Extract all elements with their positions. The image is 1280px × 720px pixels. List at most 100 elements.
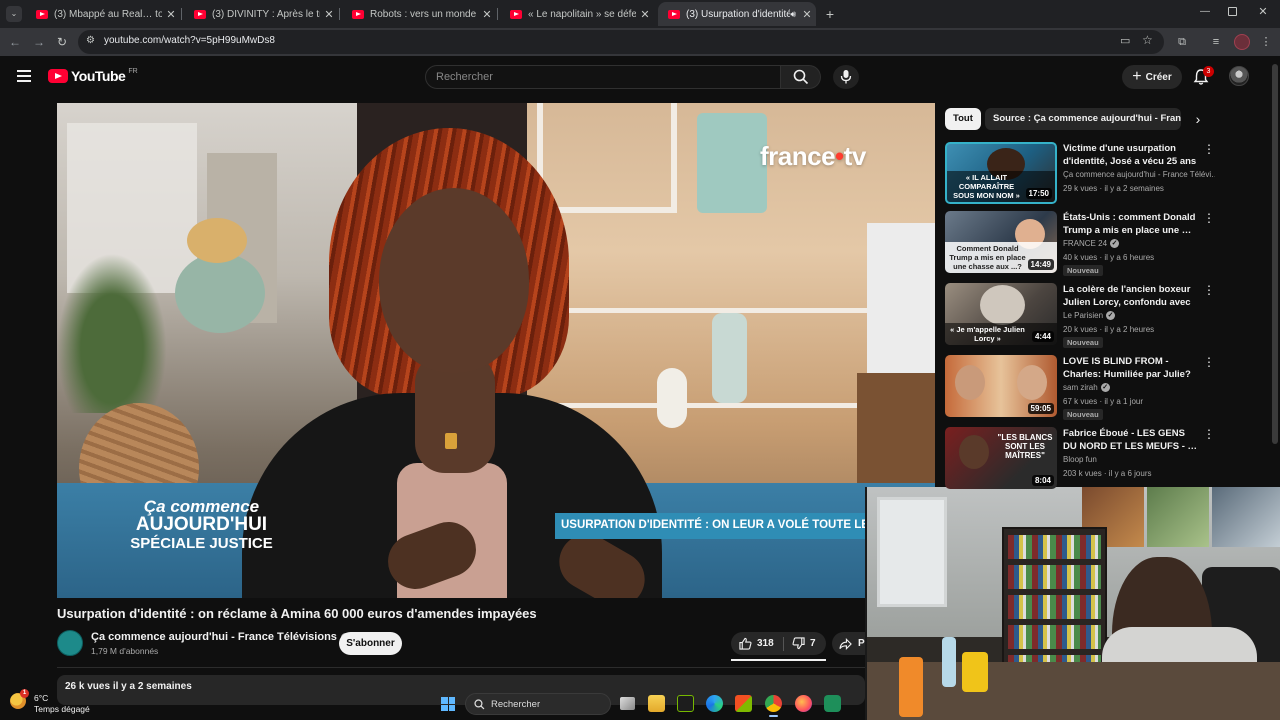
audio-playing-icon[interactable]: 🔊︎ [790, 9, 796, 20]
youtube-favicon-icon [510, 9, 522, 19]
tab-title: (3) Mbappé au Real… touché par… [54, 8, 162, 20]
recommended-video[interactable]: « IL ALLAIT COMPARAÎTRE SOUS MON NOM » 1… [945, 142, 1215, 206]
tab-close-icon[interactable]: ✕ [320, 8, 338, 21]
webcam-poster [1212, 487, 1280, 547]
dislike-count: 7 [810, 638, 816, 649]
verified-check-icon: ✓ [1106, 311, 1116, 320]
weather-temperature: 6°C [34, 693, 49, 703]
microsoft-store-icon[interactable] [735, 695, 752, 712]
maximize-window-icon[interactable] [1228, 7, 1237, 16]
recommended-title[interactable]: Victime d'une usurpation d'identité, Jos… [1063, 142, 1199, 169]
more-options-icon[interactable]: ⋮ [1203, 427, 1215, 441]
chip-all[interactable]: Tout [945, 108, 981, 130]
channel-name-link[interactable]: Ça commence aujourd'hui - France Télévis… [91, 631, 350, 643]
more-options-icon[interactable]: ⋮ [1203, 283, 1215, 297]
chevron-right-icon[interactable]: › [1189, 110, 1207, 128]
search-button[interactable] [781, 65, 821, 89]
youtube-logo[interactable]: YouTube FR [48, 68, 138, 84]
profile-avatar-icon[interactable] [1234, 34, 1250, 50]
more-options-icon[interactable]: ⋮ [1203, 142, 1215, 156]
recommended-title[interactable]: La colère de l'ancien boxeur Julien Lorc… [1063, 283, 1199, 310]
share-button[interactable]: P [832, 632, 865, 655]
nvidia-icon[interactable] [677, 695, 694, 712]
youtube-header: YouTube FR + Créer 3 [0, 56, 1280, 98]
weather-description: Temps dégagé [34, 704, 90, 714]
close-window-icon[interactable]: ✕ [1256, 5, 1270, 19]
browser-tab-strip: ⌄ (3) Mbappé au Real… touché par… ✕ (3) … [0, 0, 1280, 28]
recommended-meta: 40 k vues · il y a 6 heures [1063, 253, 1155, 262]
back-icon[interactable]: ← [6, 33, 24, 51]
recommended-video[interactable]: Comment Donald Trump a mis en place une … [945, 211, 1215, 276]
minimize-window-icon[interactable]: — [1198, 6, 1212, 20]
like-button[interactable]: 318 [731, 637, 783, 650]
browser-tab[interactable]: (3) DIVINITY : Après le trailer, L… ✕ [184, 2, 338, 26]
video-thumbnail[interactable]: « Je m'appelle Julien Lorcy » 4:44 [945, 283, 1057, 345]
video-thumbnail[interactable]: Comment Donald Trump a mis en place une … [945, 211, 1057, 273]
recommended-video[interactable]: « Je m'appelle Julien Lorcy » 4:44 La co… [945, 283, 1215, 348]
extensions-icon[interactable]: ⧉ [1174, 34, 1190, 50]
tab-close-icon[interactable]: ✕ [798, 8, 816, 21]
recommended-channel: Le Parisien ✓ [1063, 311, 1116, 320]
channel-avatar[interactable] [57, 630, 83, 656]
search-field[interactable] [425, 65, 781, 89]
reading-list-icon[interactable]: ≡ [1208, 34, 1224, 50]
video-duration: 8:04 [1031, 475, 1054, 486]
tab-close-icon[interactable]: ✕ [636, 8, 654, 21]
video-thumbnail[interactable]: 59:05 [945, 355, 1057, 417]
recommended-title[interactable]: Fabrice Éboué - LES GENS DU NORD ET LES … [1063, 427, 1199, 453]
site-info-icon[interactable]: ⚙ [86, 35, 95, 46]
url-text[interactable]: youtube.com/watch?v=5pH99uMwDs8 [104, 35, 275, 46]
reload-icon[interactable]: ↻ [53, 33, 71, 51]
chrome-browser-icon[interactable] [765, 695, 782, 717]
file-explorer-icon[interactable] [648, 695, 665, 712]
recommended-title[interactable]: LOVE IS BLIND FROM - Charles: Humiliée p… [1063, 355, 1199, 382]
recommended-video[interactable]: "LES BLANCS SONT LES MAÎTRES" 8:04 Fabri… [945, 427, 1215, 491]
video-thumbnail[interactable]: « IL ALLAIT COMPARAÎTRE SOUS MON NOM » 1… [945, 142, 1057, 204]
dislike-button[interactable]: 7 [784, 637, 816, 650]
chip-source[interactable]: Source : Ça commence aujourd'hui - Franc… [985, 108, 1181, 130]
browser-tab[interactable]: « Le napolitain » se défend apr… ✕ [500, 2, 654, 26]
search-input[interactable] [426, 66, 780, 88]
youtube-favicon-icon [668, 9, 680, 19]
recommended-video[interactable]: 59:05 LOVE IS BLIND FROM - Charles: Humi… [945, 355, 1215, 420]
taskbar-search[interactable]: Rechercher [465, 693, 611, 715]
forward-icon[interactable]: → [30, 33, 48, 51]
cast-icon[interactable]: ▭ [1120, 34, 1130, 47]
tab-search-dropdown[interactable]: ⌄ [6, 6, 22, 22]
edge-browser-icon[interactable] [706, 695, 723, 712]
discord-app-icon[interactable] [824, 695, 841, 712]
tab-title: (3) DIVINITY : Après le trailer, L… [212, 8, 320, 20]
taskbar-search-label: Rechercher [491, 698, 541, 710]
video-player[interactable]: france•tv Ça commence AUJOURD'HUI SPÉCIA… [57, 103, 935, 598]
video-duration: 4:44 [1031, 331, 1054, 342]
decor-plant [57, 253, 167, 413]
tab-close-icon[interactable]: ✕ [478, 8, 496, 21]
task-view-icon[interactable] [620, 697, 635, 710]
youtube-favicon-icon [36, 9, 48, 19]
browser-menu-icon[interactable]: ⋮ [1258, 34, 1274, 50]
subscribe-button[interactable]: S'abonner [339, 632, 402, 655]
create-button[interactable]: + Créer [1122, 65, 1182, 89]
recommended-meta: 203 k vues · il y a 6 jours [1063, 469, 1152, 478]
page-scrollbar[interactable] [1272, 64, 1278, 444]
video-thumbnail[interactable]: "LES BLANCS SONT LES MAÎTRES" 8:04 [945, 427, 1057, 489]
recommended-title[interactable]: États-Unis : comment Donald Trump a mis … [1063, 211, 1199, 237]
recommended-channel: FRANCE 24 ✓ [1063, 239, 1120, 248]
more-options-icon[interactable]: ⋮ [1203, 355, 1215, 369]
voice-search-button[interactable] [833, 65, 859, 89]
recommended-meta: 29 k vues · il y a 2 semaines [1063, 184, 1164, 193]
address-bar[interactable]: ⚙ youtube.com/watch?v=5pH99uMwDs8 ▭ ☆ [78, 30, 1164, 54]
browser-tab[interactable]: (3) Mbappé au Real… touché par… ✕ [26, 2, 180, 26]
tab-close-icon[interactable]: ✕ [162, 8, 180, 21]
account-avatar[interactable] [1229, 66, 1249, 86]
more-options-icon[interactable]: ⋮ [1203, 211, 1215, 225]
browser-tab[interactable]: Robots : vers un monde sans h… ✕ [342, 2, 496, 26]
windows-start-icon[interactable] [441, 697, 455, 711]
menu-icon[interactable] [17, 70, 31, 82]
taskbar-weather-widget[interactable]: 1 6°C Temps dégagé [10, 689, 120, 718]
browser-tab-active[interactable]: (3) Usurpation d'identité : o… 🔊︎ ✕ [658, 2, 816, 26]
firefox-icon[interactable] [795, 695, 812, 712]
thumbs-down-icon [792, 637, 805, 650]
bookmark-star-icon[interactable]: ☆ [1142, 33, 1153, 47]
new-tab-button[interactable]: + [822, 5, 838, 23]
